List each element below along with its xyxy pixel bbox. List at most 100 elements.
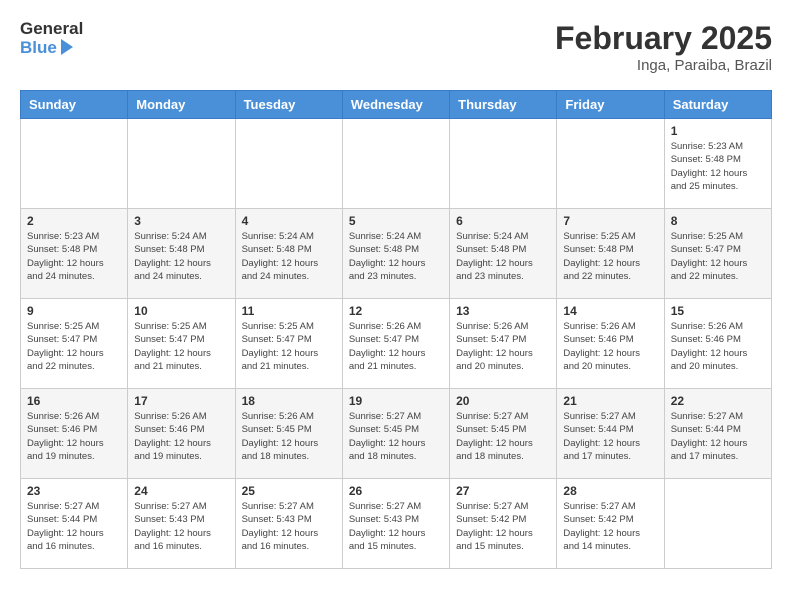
day-sun-info: Sunrise: 5:25 AM Sunset: 5:47 PM Dayligh… — [27, 320, 121, 373]
calendar-day-cell: 6 Sunrise: 5:24 AM Sunset: 5:48 PM Daylig… — [450, 209, 557, 299]
calendar-table: SundayMondayTuesdayWednesdayThursdayFrid… — [20, 90, 772, 569]
day-sun-info: Sunrise: 5:25 AM Sunset: 5:48 PM Dayligh… — [563, 230, 657, 283]
day-sun-info: Sunrise: 5:24 AM Sunset: 5:48 PM Dayligh… — [349, 230, 443, 283]
calendar-week-row: 9 Sunrise: 5:25 AM Sunset: 5:47 PM Daylig… — [21, 299, 772, 389]
calendar-day-cell: 8Sunrise: 5:25 AM Sunset: 5:47 PM Daylig… — [664, 209, 771, 299]
calendar-day-cell: 9 Sunrise: 5:25 AM Sunset: 5:47 PM Daylig… — [21, 299, 128, 389]
calendar-day-cell: 12 Sunrise: 5:26 AM Sunset: 5:47 PM Dayli… — [342, 299, 449, 389]
calendar-day-cell: 20 Sunrise: 5:27 AM Sunset: 5:45 PM Dayli… — [450, 389, 557, 479]
day-sun-info: Sunrise: 5:24 AM Sunset: 5:48 PM Dayligh… — [242, 230, 336, 283]
calendar-location: Inga, Paraiba, Brazil — [555, 57, 772, 74]
calendar-day-cell: 23 Sunrise: 5:27 AM Sunset: 5:44 PM Dayli… — [21, 479, 128, 569]
day-number: 9 — [27, 304, 121, 318]
day-number: 13 — [456, 304, 550, 318]
calendar-day-cell: 13 Sunrise: 5:26 AM Sunset: 5:47 PM Dayli… — [450, 299, 557, 389]
day-of-week-header: Thursday — [450, 91, 557, 119]
calendar-day-cell — [342, 119, 449, 209]
calendar-header-row: SundayMondayTuesdayWednesdayThursdayFrid… — [21, 91, 772, 119]
day-number: 16 — [27, 394, 121, 408]
day-number: 11 — [242, 304, 336, 318]
day-sun-info: Sunrise: 5:26 AM Sunset: 5:45 PM Dayligh… — [242, 410, 336, 463]
day-number: 3 — [134, 214, 228, 228]
day-sun-info: Sunrise: 5:23 AM Sunset: 5:48 PM Dayligh… — [27, 230, 121, 283]
day-sun-info: Sunrise: 5:26 AM Sunset: 5:47 PM Dayligh… — [456, 320, 550, 373]
day-number: 12 — [349, 304, 443, 318]
day-sun-info: Sunrise: 5:26 AM Sunset: 5:46 PM Dayligh… — [671, 320, 765, 373]
day-number: 22 — [671, 394, 765, 408]
day-sun-info: Sunrise: 5:24 AM Sunset: 5:48 PM Dayligh… — [134, 230, 228, 283]
day-sun-info: Sunrise: 5:26 AM Sunset: 5:47 PM Dayligh… — [349, 320, 443, 373]
day-sun-info: Sunrise: 5:27 AM Sunset: 5:42 PM Dayligh… — [563, 500, 657, 553]
calendar-day-cell — [235, 119, 342, 209]
calendar-day-cell: 4 Sunrise: 5:24 AM Sunset: 5:48 PM Daylig… — [235, 209, 342, 299]
day-sun-info: Sunrise: 5:27 AM Sunset: 5:42 PM Dayligh… — [456, 500, 550, 553]
day-sun-info: Sunrise: 5:25 AM Sunset: 5:47 PM Dayligh… — [671, 230, 765, 283]
calendar-day-cell: 18 Sunrise: 5:26 AM Sunset: 5:45 PM Dayli… — [235, 389, 342, 479]
day-number: 15 — [671, 304, 765, 318]
day-number: 19 — [349, 394, 443, 408]
day-sun-info: Sunrise: 5:27 AM Sunset: 5:44 PM Dayligh… — [27, 500, 121, 553]
calendar-day-cell: 15 Sunrise: 5:26 AM Sunset: 5:46 PM Dayli… — [664, 299, 771, 389]
day-of-week-header: Monday — [128, 91, 235, 119]
calendar-month-year: February 2025 — [555, 20, 772, 57]
page-header: General Blue February 2025 Inga, Paraiba… — [20, 20, 772, 74]
calendar-day-cell: 1 Sunrise: 5:23 AM Sunset: 5:48 PM Daylig… — [664, 119, 771, 209]
day-number: 18 — [242, 394, 336, 408]
day-number: 7 — [563, 214, 657, 228]
day-of-week-header: Friday — [557, 91, 664, 119]
calendar-day-cell — [664, 479, 771, 569]
calendar-day-cell: 21 Sunrise: 5:27 AM Sunset: 5:44 PM Dayli… — [557, 389, 664, 479]
calendar-day-cell: 16 Sunrise: 5:26 AM Sunset: 5:46 PM Dayli… — [21, 389, 128, 479]
calendar-day-cell: 2 Sunrise: 5:23 AM Sunset: 5:48 PM Daylig… — [21, 209, 128, 299]
calendar-day-cell — [557, 119, 664, 209]
calendar-day-cell: 11 Sunrise: 5:25 AM Sunset: 5:47 PM Dayli… — [235, 299, 342, 389]
day-sun-info: Sunrise: 5:27 AM Sunset: 5:45 PM Dayligh… — [349, 410, 443, 463]
logo-blue: Blue — [20, 39, 57, 58]
day-number: 14 — [563, 304, 657, 318]
day-number: 24 — [134, 484, 228, 498]
calendar-day-cell: 3 Sunrise: 5:24 AM Sunset: 5:48 PM Daylig… — [128, 209, 235, 299]
day-sun-info: Sunrise: 5:26 AM Sunset: 5:46 PM Dayligh… — [27, 410, 121, 463]
day-sun-info: Sunrise: 5:27 AM Sunset: 5:44 PM Dayligh… — [671, 410, 765, 463]
day-of-week-header: Sunday — [21, 91, 128, 119]
day-sun-info: Sunrise: 5:23 AM Sunset: 5:48 PM Dayligh… — [671, 140, 765, 193]
calendar-day-cell: 7 Sunrise: 5:25 AM Sunset: 5:48 PM Daylig… — [557, 209, 664, 299]
calendar-day-cell: 10 Sunrise: 5:25 AM Sunset: 5:47 PM Dayli… — [128, 299, 235, 389]
day-sun-info: Sunrise: 5:26 AM Sunset: 5:46 PM Dayligh… — [563, 320, 657, 373]
calendar-day-cell: 27Sunrise: 5:27 AM Sunset: 5:42 PM Dayli… — [450, 479, 557, 569]
day-sun-info: Sunrise: 5:27 AM Sunset: 5:43 PM Dayligh… — [242, 500, 336, 553]
calendar-week-row: 1 Sunrise: 5:23 AM Sunset: 5:48 PM Daylig… — [21, 119, 772, 209]
calendar-day-cell — [21, 119, 128, 209]
day-number: 4 — [242, 214, 336, 228]
day-sun-info: Sunrise: 5:25 AM Sunset: 5:47 PM Dayligh… — [242, 320, 336, 373]
calendar-day-cell: 24 Sunrise: 5:27 AM Sunset: 5:43 PM Dayli… — [128, 479, 235, 569]
logo-general: General — [20, 20, 83, 39]
calendar-week-row: 2 Sunrise: 5:23 AM Sunset: 5:48 PM Daylig… — [21, 209, 772, 299]
calendar-day-cell — [128, 119, 235, 209]
day-sun-info: Sunrise: 5:27 AM Sunset: 5:43 PM Dayligh… — [134, 500, 228, 553]
calendar-day-cell: 14 Sunrise: 5:26 AM Sunset: 5:46 PM Dayli… — [557, 299, 664, 389]
calendar-day-cell: 26Sunrise: 5:27 AM Sunset: 5:43 PM Dayli… — [342, 479, 449, 569]
calendar-day-cell: 19 Sunrise: 5:27 AM Sunset: 5:45 PM Dayli… — [342, 389, 449, 479]
logo: General Blue — [20, 20, 83, 57]
day-sun-info: Sunrise: 5:27 AM Sunset: 5:44 PM Dayligh… — [563, 410, 657, 463]
day-sun-info: Sunrise: 5:26 AM Sunset: 5:46 PM Dayligh… — [134, 410, 228, 463]
day-sun-info: Sunrise: 5:24 AM Sunset: 5:48 PM Dayligh… — [456, 230, 550, 283]
day-number: 23 — [27, 484, 121, 498]
day-number: 25 — [242, 484, 336, 498]
day-number: 2 — [27, 214, 121, 228]
calendar-day-cell: 28Sunrise: 5:27 AM Sunset: 5:42 PM Dayli… — [557, 479, 664, 569]
day-number: 10 — [134, 304, 228, 318]
day-sun-info: Sunrise: 5:27 AM Sunset: 5:43 PM Dayligh… — [349, 500, 443, 553]
calendar-day-cell — [450, 119, 557, 209]
day-sun-info: Sunrise: 5:27 AM Sunset: 5:45 PM Dayligh… — [456, 410, 550, 463]
day-of-week-header: Saturday — [664, 91, 771, 119]
day-number: 6 — [456, 214, 550, 228]
day-number: 20 — [456, 394, 550, 408]
logo-triangle-icon — [59, 39, 73, 55]
calendar-day-cell: 22 Sunrise: 5:27 AM Sunset: 5:44 PM Dayli… — [664, 389, 771, 479]
day-number: 21 — [563, 394, 657, 408]
day-number: 1 — [671, 124, 765, 138]
day-of-week-header: Wednesday — [342, 91, 449, 119]
day-sun-info: Sunrise: 5:25 AM Sunset: 5:47 PM Dayligh… — [134, 320, 228, 373]
